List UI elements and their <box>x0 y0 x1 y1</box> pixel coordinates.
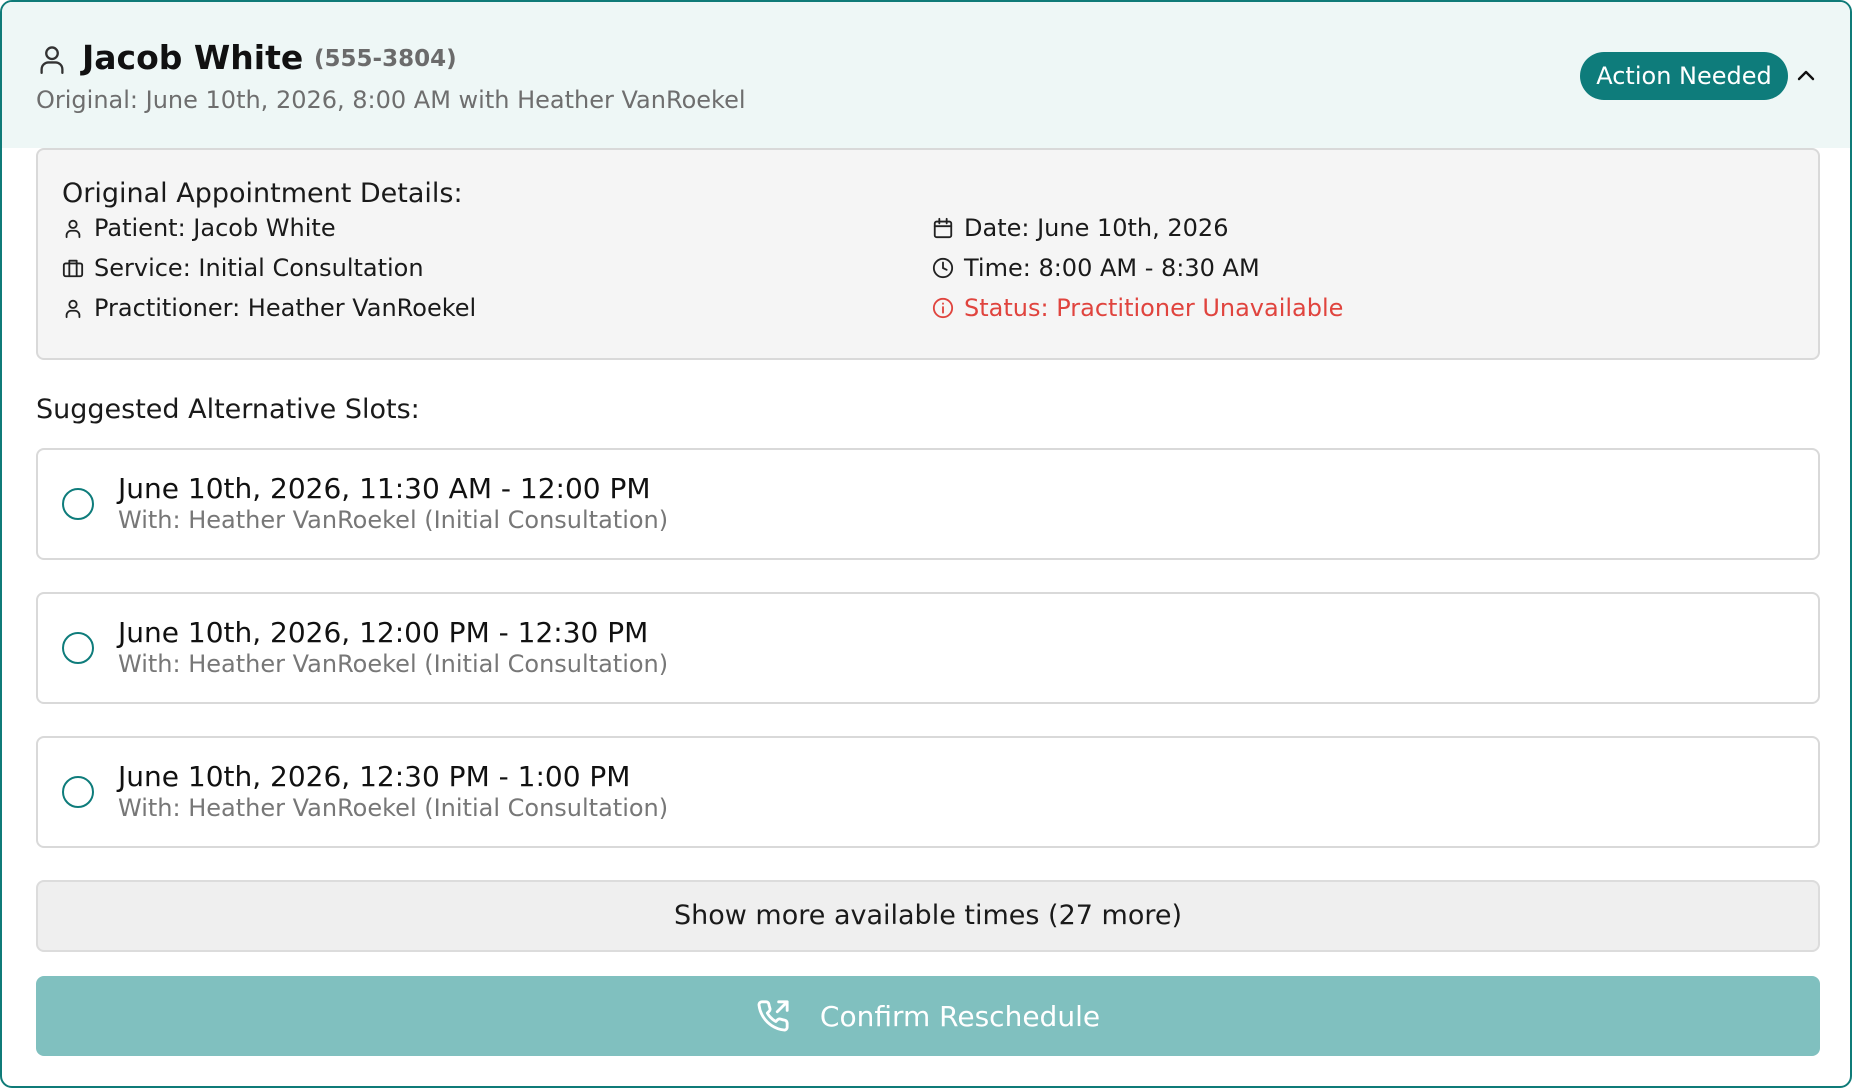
detail-patient: Patient: Jacob White <box>62 214 336 242</box>
chevron-up-icon[interactable] <box>1794 64 1818 88</box>
original-appointment-summary: Original: June 10th, 2026, 8:00 AM with … <box>36 86 746 114</box>
detail-practitioner: Practitioner: Heather VanRoekel <box>62 294 476 322</box>
patient-phone: (555-3804) <box>314 46 457 72</box>
confirm-reschedule-button[interactable]: Confirm Reschedule <box>36 976 1820 1056</box>
slot-option[interactable]: June 10th, 2026, 12:30 PM - 1:00 PM With… <box>36 736 1820 848</box>
phone-forward-icon <box>757 1000 789 1032</box>
slot-practitioner: With: Heather VanRoekel (Initial Consult… <box>118 650 669 678</box>
slot-practitioner: With: Heather VanRoekel (Initial Consult… <box>118 794 669 822</box>
user-icon <box>65 219 81 239</box>
details-title: Original Appointment Details: <box>62 178 463 209</box>
detail-time: Time: 8:00 AM - 8:30 AM <box>932 254 1260 282</box>
detail-service-text: Service: Initial Consultation <box>94 254 424 282</box>
reschedule-card: Jacob White (555-3804) Original: June 10… <box>0 0 1852 1088</box>
slot-practitioner: With: Heather VanRoekel (Initial Consult… <box>118 506 669 534</box>
info-icon <box>932 297 954 319</box>
detail-service: Service: Initial Consultation <box>62 254 424 282</box>
calendar-icon <box>933 217 953 239</box>
detail-time-text: Time: 8:00 AM - 8:30 AM <box>964 254 1260 282</box>
user-icon <box>40 46 64 74</box>
slot-time: June 10th, 2026, 11:30 AM - 12:00 PM <box>118 472 651 505</box>
briefcase-icon <box>62 259 84 278</box>
slot-time: June 10th, 2026, 12:00 PM - 12:30 PM <box>118 616 649 649</box>
detail-date-text: Date: June 10th, 2026 <box>964 214 1229 242</box>
slot-radio[interactable] <box>62 632 94 664</box>
detail-patient-text: Patient: Jacob White <box>94 214 336 242</box>
detail-date: Date: June 10th, 2026 <box>932 214 1228 242</box>
clock-icon <box>932 257 954 279</box>
status-badge: Action Needed <box>1580 52 1788 100</box>
card-header[interactable]: Jacob White (555-3804) Original: June 10… <box>2 2 1850 148</box>
slot-radio[interactable] <box>62 488 94 520</box>
slot-option[interactable]: June 10th, 2026, 12:00 PM - 12:30 PM Wit… <box>36 592 1820 704</box>
show-more-button[interactable]: Show more available times (27 more) <box>36 880 1820 952</box>
detail-practitioner-text: Practitioner: Heather VanRoekel <box>94 294 477 322</box>
user-icon <box>65 299 81 319</box>
original-appointment-details: Original Appointment Details: Patient: J… <box>36 148 1820 360</box>
confirm-reschedule-label: Confirm Reschedule <box>819 999 1101 1033</box>
detail-status-text: Status: Practitioner Unavailable <box>964 294 1344 322</box>
slot-option[interactable]: June 10th, 2026, 11:30 AM - 12:00 PM Wit… <box>36 448 1820 560</box>
suggested-slots-title: Suggested Alternative Slots: <box>36 394 420 425</box>
patient-name: Jacob White <box>82 38 304 77</box>
slot-time: June 10th, 2026, 12:30 PM - 1:00 PM <box>118 760 631 793</box>
detail-status: Status: Practitioner Unavailable <box>932 294 1343 322</box>
slot-radio[interactable] <box>62 776 94 808</box>
